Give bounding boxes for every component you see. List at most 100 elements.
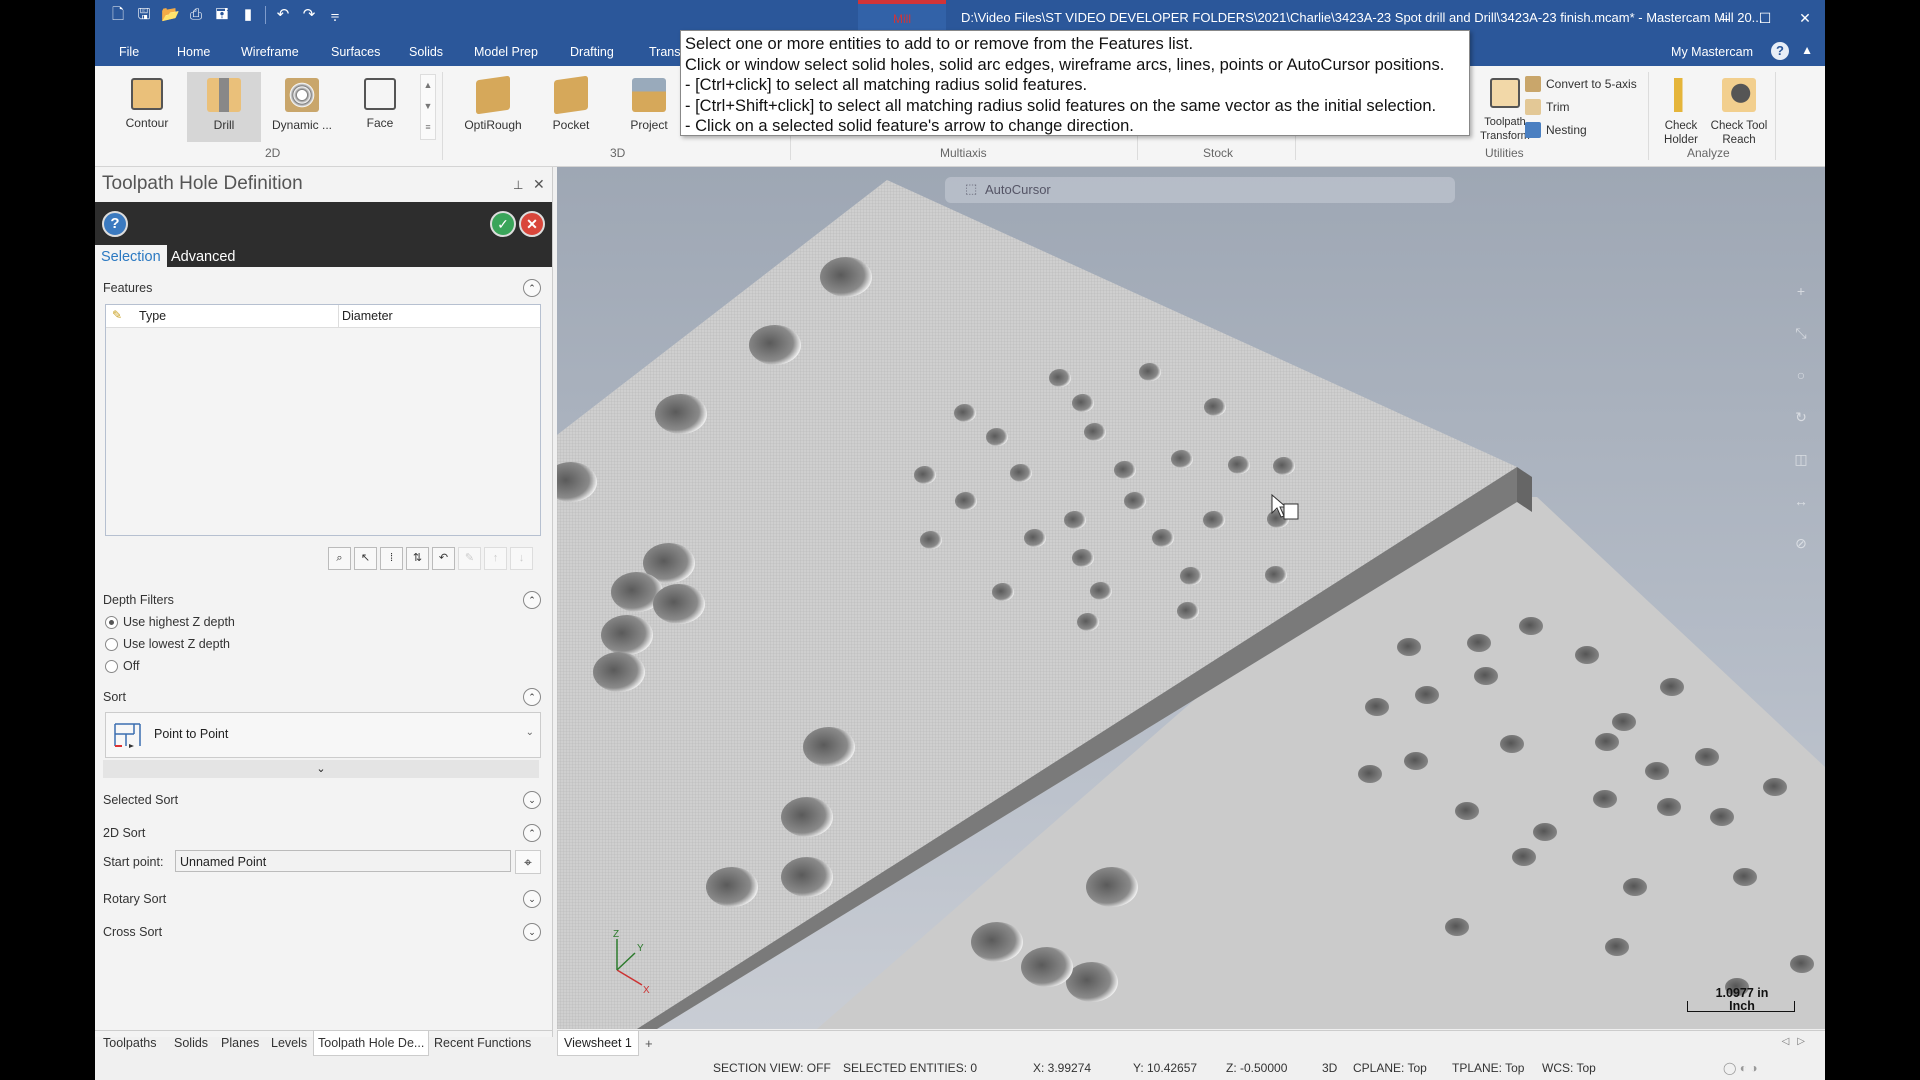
measure-icon[interactable]: ↔ [1789, 489, 1813, 513]
radio-off[interactable]: Off [105, 659, 139, 673]
cancel-button[interactable]: ✕ [519, 211, 545, 237]
lower-plate-hole[interactable] [1404, 752, 1428, 770]
lower-plate-hole[interactable] [1612, 713, 1636, 731]
sort-collapse-button[interactable]: ⌃ [523, 688, 541, 706]
column-divider[interactable] [338, 305, 339, 327]
move-up-icon[interactable]: ↑ [484, 547, 507, 570]
start-point-field[interactable]: Unnamed Point [175, 850, 511, 872]
small-hole[interactable] [1180, 567, 1202, 585]
radio-use-lowest-z[interactable]: Use lowest Z depth [105, 637, 230, 651]
lower-plate-hole[interactable] [1500, 735, 1524, 753]
graphics-viewport[interactable]: Z X Y ⬚ AutoCursor + ⤡ ○ ↻ ◫ ↔ ⊘ 1.0977 … [557, 167, 1825, 1029]
properties-icon[interactable]: ▮ [239, 6, 257, 24]
large-hole[interactable] [749, 325, 801, 365]
lower-plate-hole[interactable] [1623, 878, 1647, 896]
optirough-button[interactable]: OptiRough [456, 72, 530, 142]
pick-point-icon[interactable]: ⌖ [515, 850, 541, 874]
small-hole[interactable] [955, 492, 977, 510]
small-hole[interactable] [1273, 457, 1295, 475]
edit-icon[interactable]: ✎ [458, 547, 481, 570]
small-hole[interactable] [1049, 369, 1071, 387]
small-hole[interactable] [1077, 613, 1099, 631]
wcs-status[interactable]: WCS: Top [1542, 1061, 1596, 1075]
2d-sort-collapse-button[interactable]: ⌃ [523, 824, 541, 842]
depth-filters-collapse-button[interactable]: ⌃ [523, 591, 541, 609]
selected-sort-expand-button[interactable]: ⌄ [523, 791, 541, 809]
lower-plate-hole[interactable] [1415, 686, 1439, 704]
view-icon[interactable]: ◫ [1789, 447, 1813, 471]
pin-icon[interactable]: ⊥ [513, 178, 523, 192]
large-hole[interactable] [653, 584, 705, 624]
large-hole[interactable] [781, 857, 833, 897]
small-hole[interactable] [1228, 456, 1250, 474]
nesting-button[interactable]: Nesting [1525, 122, 1587, 138]
tab-toolpaths[interactable]: Toolpaths [103, 1036, 157, 1050]
face-button[interactable]: Face [343, 72, 417, 142]
lower-plate-hole[interactable] [1710, 808, 1734, 826]
tab-solids[interactable]: Solids [174, 1036, 208, 1050]
tplane-status[interactable]: TPLANE: Top [1452, 1061, 1524, 1075]
sort-method-dropdown[interactable]: Point to Point ⌄ [105, 712, 541, 758]
tab-transform[interactable]: Trans [649, 45, 681, 59]
small-hole[interactable] [1139, 363, 1161, 381]
lower-plate-hole[interactable] [1593, 790, 1617, 808]
lower-plate-hole[interactable] [1695, 748, 1719, 766]
close-button[interactable]: ✕ [1785, 0, 1825, 36]
rotary-sort-expand-button[interactable]: ⌄ [523, 890, 541, 908]
large-hole[interactable] [1021, 947, 1073, 987]
tab-levels[interactable]: Levels [271, 1036, 307, 1050]
tab-surfaces[interactable]: Surfaces [331, 45, 380, 59]
lower-plate-hole[interactable] [1455, 802, 1479, 820]
select-features-icon[interactable]: ⌕ [328, 547, 351, 570]
large-hole[interactable] [655, 394, 707, 434]
tab-wireframe[interactable]: Wireframe [241, 45, 299, 59]
drill-button[interactable]: Drill [187, 72, 261, 142]
large-hole[interactable] [820, 257, 872, 297]
lower-plate-hole[interactable] [1645, 762, 1669, 780]
section-icon[interactable]: ⊘ [1789, 531, 1813, 555]
small-hole[interactable] [1203, 511, 1225, 529]
convert-to-5-axis-button[interactable]: Convert to 5-axis [1525, 76, 1637, 92]
check-tool-reach-button[interactable]: Check Tool Reach [1709, 72, 1769, 146]
tab-advanced[interactable]: Advanced [165, 245, 242, 269]
lower-plate-hole[interactable] [1733, 868, 1757, 886]
small-hole[interactable] [1171, 450, 1193, 468]
open-icon[interactable]: 📂 [161, 6, 180, 24]
small-hole[interactable] [1072, 394, 1094, 412]
new-file-icon[interactable]: 🗋 [109, 6, 127, 24]
lower-plate-hole[interactable] [1660, 678, 1684, 696]
undo-selection-icon[interactable]: ↶ [432, 547, 455, 570]
shading-modes[interactable]: ◯ ◐ ◑ [1723, 1061, 1758, 1075]
tab-recent-functions[interactable]: Recent Functions [434, 1036, 531, 1050]
tab-home[interactable]: Home [177, 45, 210, 59]
lower-plate-hole[interactable] [1605, 938, 1629, 956]
lower-plate-hole[interactable] [1467, 634, 1491, 652]
sort-list-icon[interactable]: ⁞ [380, 547, 403, 570]
large-hole[interactable] [803, 727, 855, 767]
help-icon[interactable]: ? [1771, 42, 1789, 60]
autocursor-toolbar[interactable]: ⬚ AutoCursor [945, 177, 1455, 203]
collapse-ribbon-icon[interactable]: ▲ [1801, 43, 1813, 57]
zoom-in-icon[interactable]: + [1789, 279, 1813, 303]
lower-plate-hole[interactable] [1519, 617, 1543, 635]
maximize-button[interactable]: ☐ [1745, 0, 1785, 36]
print-icon[interactable]: ⎙ [187, 6, 205, 24]
tab-viewsheet-1[interactable]: Viewsheet 1 [557, 1031, 639, 1056]
lower-plate-hole[interactable] [1365, 698, 1389, 716]
ok-button[interactable]: ✓ [490, 211, 516, 237]
small-hole[interactable] [1114, 461, 1136, 479]
small-hole[interactable] [1064, 511, 1086, 529]
panel-close-icon[interactable]: ✕ [533, 176, 545, 193]
tab-solids[interactable]: Solids [409, 45, 443, 59]
gallery-scroll[interactable]: ▲ ▼ ≡ [420, 74, 436, 140]
large-hole[interactable] [706, 867, 758, 907]
large-hole[interactable] [601, 615, 653, 655]
tab-drafting[interactable]: Drafting [570, 45, 614, 59]
tab-planes[interactable]: Planes [221, 1036, 259, 1050]
lower-plate-hole[interactable] [1474, 667, 1498, 685]
dynamic-button[interactable]: Dynamic ... [265, 72, 339, 142]
redo-icon[interactable]: ↷ [300, 6, 318, 24]
small-hole[interactable] [992, 583, 1014, 601]
lower-plate-hole[interactable] [1575, 646, 1599, 664]
viewsheet-scroll[interactable]: ◁▷ [1782, 1036, 1813, 1047]
